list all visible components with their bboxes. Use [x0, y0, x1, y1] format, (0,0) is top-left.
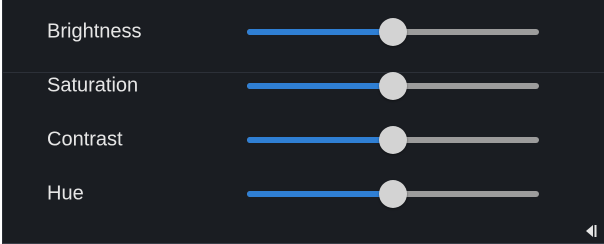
- slider-fill: [247, 83, 393, 89]
- collapse-panel-icon-glyph: [586, 225, 597, 237]
- slider-thumb[interactable]: [379, 72, 407, 100]
- collapse-panel-icon[interactable]: [584, 223, 598, 239]
- slider-fill: [247, 191, 393, 197]
- slider-thumb[interactable]: [379, 180, 407, 208]
- saturation-row: Saturation: [3, 66, 604, 106]
- adjustment-panel: Brightness Saturation Contrast Hue: [2, 0, 604, 244]
- saturation-label: Saturation: [47, 74, 139, 97]
- hue-row: Hue: [3, 174, 604, 214]
- slider-fill: [247, 29, 393, 35]
- brightness-slider[interactable]: [247, 17, 539, 47]
- hue-label: Hue: [47, 182, 84, 205]
- slider-thumb[interactable]: [379, 18, 407, 46]
- hue-slider[interactable]: [247, 179, 539, 209]
- contrast-row: Contrast: [3, 120, 604, 160]
- contrast-slider[interactable]: [247, 125, 539, 155]
- saturation-slider[interactable]: [247, 71, 539, 101]
- slider-thumb[interactable]: [379, 126, 407, 154]
- brightness-label: Brightness: [47, 20, 142, 43]
- slider-fill: [247, 137, 393, 143]
- contrast-label: Contrast: [47, 128, 123, 151]
- brightness-row: Brightness: [3, 12, 604, 52]
